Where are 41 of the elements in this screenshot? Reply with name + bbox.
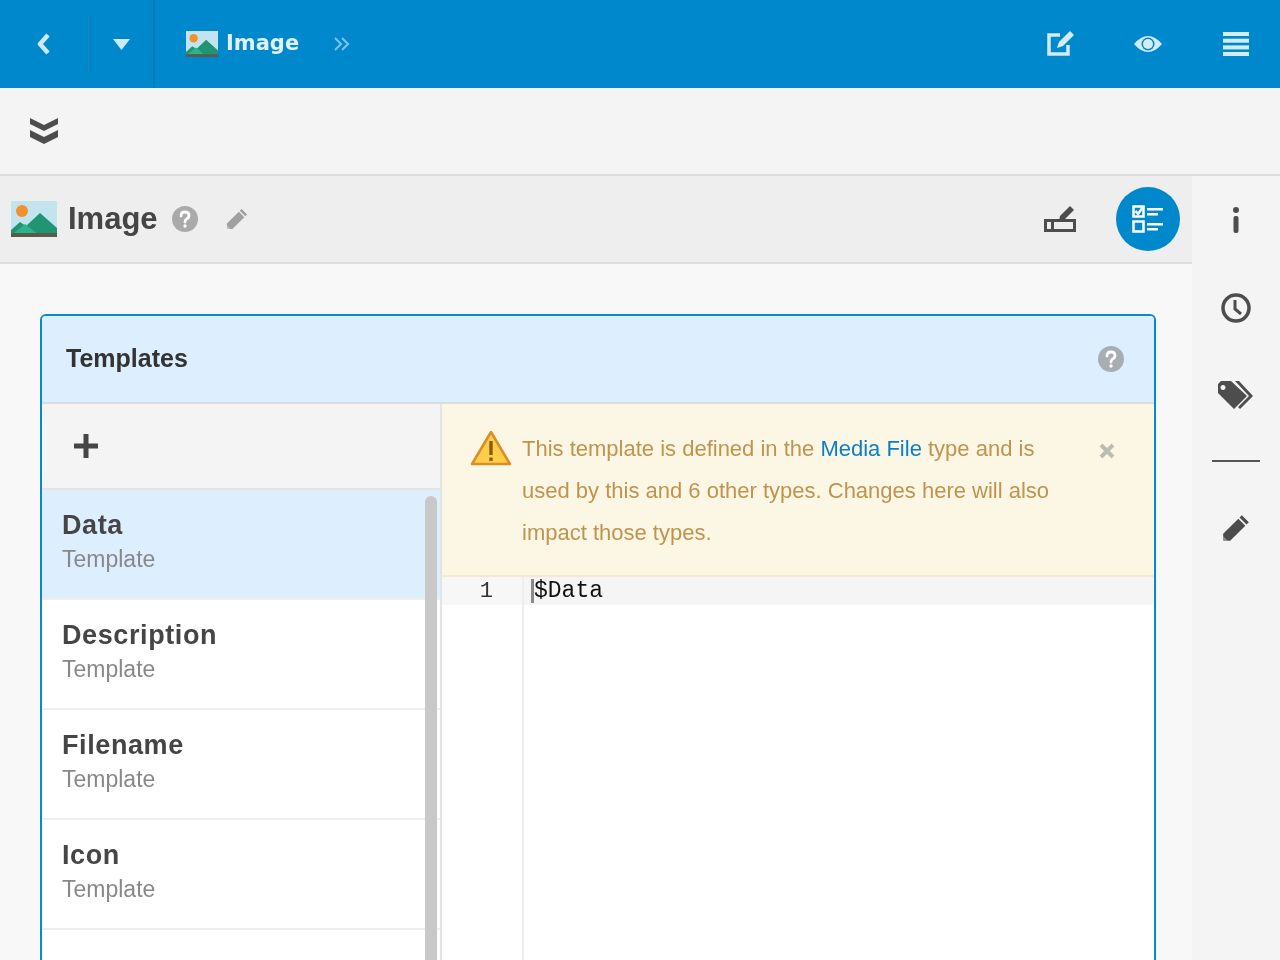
caret-icon xyxy=(112,38,130,50)
double-chevron-right-icon xyxy=(333,37,351,51)
eye-icon xyxy=(1133,34,1163,54)
landscape-icon xyxy=(11,201,57,237)
code-editor[interactable]: 1 $Data xyxy=(442,577,1154,960)
add-button[interactable] xyxy=(72,432,100,460)
menu-icon xyxy=(1223,32,1249,56)
template-type: Template xyxy=(62,765,156,794)
notice-text: This template is defined in the Media File type and is used by this and 6 other types. Changes here will also impact those types. xyxy=(522,435,1051,547)
template-type: Template xyxy=(62,655,156,684)
close-button[interactable] xyxy=(1098,442,1116,460)
landscape-icon xyxy=(186,31,218,57)
close-icon xyxy=(1099,443,1115,459)
help-icon[interactable] xyxy=(171,206,198,232)
field-edit-icon xyxy=(1044,206,1076,232)
template-name: Data xyxy=(62,509,123,542)
text-cursor xyxy=(531,579,534,603)
checklist-icon xyxy=(1132,205,1164,233)
chevron-left-icon xyxy=(37,33,51,55)
template-name: Filename xyxy=(62,729,184,762)
page-title: Image xyxy=(68,199,158,238)
warning-icon xyxy=(470,430,512,466)
double-chevron-down-icon xyxy=(30,118,58,144)
template-list-item[interactable]: Data Template xyxy=(42,490,440,600)
panel-title: Templates xyxy=(66,343,188,375)
media-file-link[interactable]: Media File xyxy=(820,436,922,461)
scrollbar[interactable] xyxy=(425,496,437,960)
line-number: 1 xyxy=(479,577,493,606)
template-type: Template xyxy=(62,875,156,904)
help-icon[interactable] xyxy=(1098,346,1124,372)
info-icon xyxy=(1232,207,1240,233)
code-line: $Data xyxy=(534,576,603,606)
template-name: Icon xyxy=(62,839,120,872)
clock-icon xyxy=(1221,293,1251,323)
plus-icon xyxy=(74,434,98,458)
template-name: Description xyxy=(62,619,218,652)
template-type: Template xyxy=(62,545,156,574)
rename-icon[interactable] xyxy=(225,208,248,230)
tags-icon xyxy=(1218,381,1254,411)
pencil-icon[interactable] xyxy=(1222,514,1250,542)
edit-icon xyxy=(1046,31,1074,57)
